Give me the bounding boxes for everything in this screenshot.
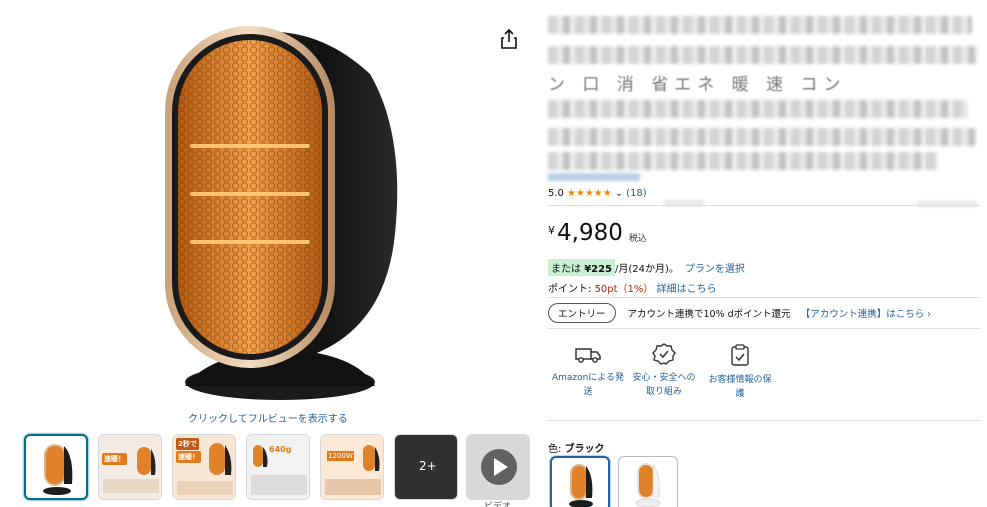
star-rating-icon: ★★★★★ [566, 188, 612, 199]
blurred-text [917, 201, 977, 207]
divider [548, 297, 980, 298]
points-value: 50pt（1%） [594, 284, 654, 295]
truck-icon [575, 348, 601, 363]
feature-safety[interactable]: 安心・安全への 取り組み [624, 343, 704, 399]
feature-label: お客様情報の保 [708, 375, 772, 385]
thumbnail-6[interactable]: 2+ [394, 434, 458, 500]
price-value: 4,980 [557, 220, 623, 246]
points-details-link[interactable]: 詳細はこちら [657, 284, 717, 295]
divider [548, 205, 980, 206]
main-product-image[interactable] [150, 14, 410, 406]
points-row: ポイント: 50pt（1%） 詳細はこちら [548, 280, 717, 295]
thumbnail-video[interactable] [466, 434, 530, 500]
thumbnail-4[interactable]: 640g [246, 434, 310, 500]
divider [548, 328, 980, 329]
tax-label: 税込 [628, 234, 647, 244]
entry-button[interactable]: エントリー [548, 303, 616, 323]
color-swatch-black[interactable] [550, 456, 610, 507]
thumbnail-3[interactable]: 2秒で 速暖！ [172, 434, 236, 500]
fullview-link[interactable]: クリックしてフルビューを表示する [188, 410, 348, 425]
select-plan-link[interactable]: プランを選択 [685, 260, 745, 275]
video-label: ビデオ [484, 502, 512, 507]
entry-row: エントリー アカウント連携で10% dポイント還元 【アカウント連携】はこちら … [548, 303, 931, 323]
feature-label: 送 [583, 387, 593, 397]
color-label-prefix: 色: [548, 444, 565, 455]
selected-color: ブラック [564, 444, 605, 455]
feature-label: Amazonによる発 [551, 373, 625, 383]
feature-icons: Amazonによる発 送 安心・安全への 取り組み お客様情報の保 護 [548, 343, 788, 409]
thumbnail-1[interactable] [24, 434, 88, 500]
share-icon[interactable] [497, 28, 521, 50]
feature-label: 安心・安全への [632, 373, 696, 383]
installment-row: または ¥225 /月(24か月)。 プランを選択 [548, 259, 745, 276]
installment-term: /月(24か月)。 [615, 264, 679, 275]
price-block: ¥ 4,980 税込 [548, 220, 647, 246]
installment-or-label: または [551, 264, 581, 275]
entry-text: アカウント連携で10% dポイント還元 [627, 309, 791, 320]
badge-check-icon [652, 343, 676, 365]
review-count-link[interactable]: (18) [626, 188, 647, 199]
store-link[interactable] [548, 173, 640, 181]
installment-amount: ¥225 [584, 264, 613, 275]
product-title: ン 口 消 省エネ 暖 速 コン [548, 12, 978, 170]
account-link[interactable]: 【アカウント連携】はこちら › [801, 306, 931, 320]
feature-privacy[interactable]: お客様情報の保 護 [700, 343, 780, 401]
feature-label: 取り組み [645, 387, 682, 397]
points-label: ポイント: [548, 284, 595, 295]
chevron-down-icon[interactable]: ⌄ [615, 188, 623, 199]
play-icon [481, 449, 517, 485]
currency-symbol: ¥ [548, 224, 555, 237]
divider [548, 420, 980, 421]
rating-score: 5.0 [548, 188, 564, 199]
rating-row[interactable]: 5.0 ★★★★★ ⌄ (18) [548, 188, 647, 199]
installment-badge: または ¥225 [548, 259, 616, 276]
thumbnail-5[interactable]: 1200W [320, 434, 384, 500]
thumbnail-2[interactable]: 速暖！ [98, 434, 162, 500]
color-label: 色: ブラック [548, 440, 605, 455]
feature-amazon-shipping[interactable]: Amazonによる発 送 [548, 343, 628, 399]
clipboard-lock-icon [731, 344, 749, 366]
color-swatch-white[interactable] [618, 456, 678, 507]
feature-label: 護 [735, 389, 745, 399]
